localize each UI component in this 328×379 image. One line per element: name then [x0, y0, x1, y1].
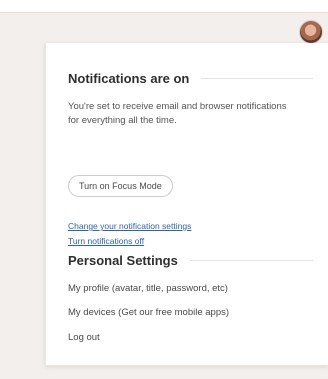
notifications-header: Notifications are on	[68, 71, 313, 86]
my-devices-link[interactable]: My devices (Get our free mobile apps)	[68, 307, 229, 318]
change-notification-settings-link[interactable]: Change your notification settings	[68, 221, 191, 231]
personal-settings-title: Personal Settings	[68, 253, 178, 268]
notifications-divider	[201, 78, 313, 79]
notifications-title: Notifications are on	[68, 71, 190, 86]
focus-mode-button[interactable]: Turn on Focus Mode	[68, 175, 173, 197]
notifications-description: You're set to receive email and browser …	[68, 101, 287, 126]
user-avatar[interactable]	[300, 21, 322, 43]
turn-notifications-off-link[interactable]: Turn notifications off	[68, 236, 144, 246]
my-profile-link[interactable]: My profile (avatar, title, password, etc…	[68, 283, 228, 294]
top-bar	[0, 0, 328, 13]
personal-settings-header: Personal Settings	[68, 253, 313, 268]
personal-settings-divider	[189, 260, 313, 261]
log-out-link[interactable]: Log out	[68, 332, 100, 343]
notifications-menu-panel: Notifications are on You're set to recei…	[45, 43, 328, 366]
